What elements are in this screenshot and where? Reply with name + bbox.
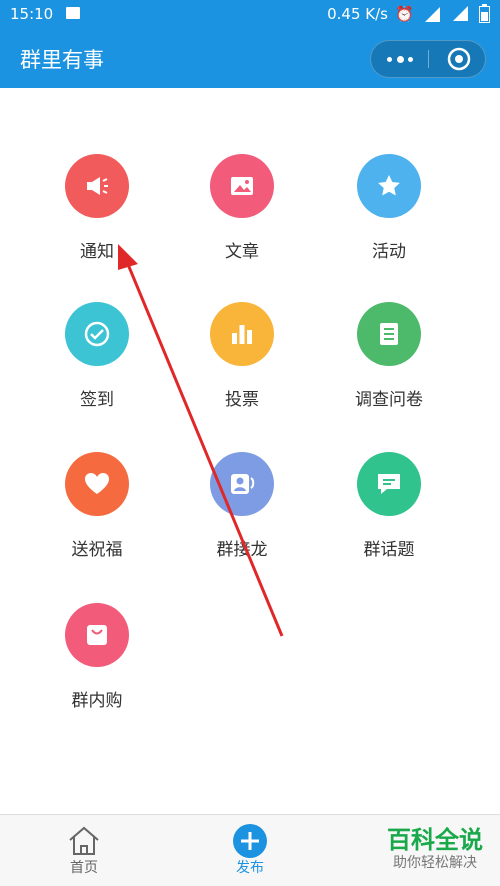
- watermark-sub: 助你轻松解决: [393, 855, 477, 871]
- bag-icon: [65, 603, 129, 667]
- battery-icon: [479, 6, 490, 23]
- bar-chart-icon: [210, 302, 274, 366]
- watermark-main: 百科全说: [387, 826, 483, 854]
- tab-label: 首页: [70, 860, 98, 876]
- grid-item-activity[interactable]: 活动: [309, 154, 469, 304]
- grid-item-vote[interactable]: 投票: [162, 302, 322, 452]
- grid-item-checkin[interactable]: 签到: [17, 302, 177, 452]
- cellular-signal-icon: [453, 6, 468, 21]
- document-icon: [357, 302, 421, 366]
- add-icon: [233, 824, 267, 858]
- grid-item-topic[interactable]: 群话题: [309, 452, 469, 602]
- page-title: 群里有事: [20, 48, 104, 72]
- contacts-icon: [210, 452, 274, 516]
- status-time: 15:10: [10, 5, 54, 23]
- mini-program-capsule: [370, 40, 486, 78]
- grid-item-label: 通知: [80, 242, 114, 262]
- grid-item-label: 文章: [225, 242, 259, 262]
- check-icon: [65, 302, 129, 366]
- watermark: 百科全说 助你轻松解决: [376, 826, 494, 878]
- alarm-icon: ⏰: [395, 5, 414, 23]
- megaphone-icon: [65, 154, 129, 218]
- dot-icon: [397, 56, 404, 63]
- home-icon: [69, 826, 99, 855]
- app-bar: 群里有事: [0, 30, 500, 88]
- grid-item-label: 活动: [372, 242, 406, 262]
- grid-item-label: 群话题: [363, 540, 415, 560]
- grid-item-label: 群内购: [71, 691, 123, 711]
- grid-item-blessing[interactable]: 送祝福: [17, 452, 177, 602]
- grid-item-label: 调查问卷: [355, 390, 423, 410]
- dot-icon: [387, 57, 392, 62]
- grid-item-article[interactable]: 文章: [162, 154, 322, 304]
- tab-home[interactable]: 首页: [24, 815, 144, 886]
- dot-icon: [408, 57, 413, 62]
- close-mini-program-icon[interactable]: [447, 47, 471, 71]
- grid-item-label: 群接龙: [216, 540, 268, 560]
- star-icon: [357, 154, 421, 218]
- grid-item-relay[interactable]: 群接龙: [162, 452, 322, 602]
- grid-item-notice[interactable]: 通知: [17, 154, 177, 304]
- status-bar: 15:10 0.45 K/s ⏰: [0, 0, 500, 30]
- image-icon: [210, 154, 274, 218]
- tab-label: 发布: [236, 860, 264, 876]
- grid-item-survey[interactable]: 调查问卷: [309, 302, 469, 452]
- network-speed: 0.45 K/s: [327, 5, 388, 23]
- grid-item-label: 签到: [80, 390, 114, 410]
- grid-item-label: 送祝福: [71, 540, 123, 560]
- heart-icon: [65, 452, 129, 516]
- wifi-signal-icon: [425, 7, 440, 22]
- grid-item-group-buy[interactable]: 群内购: [17, 603, 177, 753]
- image-notification-icon: [66, 7, 80, 19]
- chat-icon: [357, 452, 421, 516]
- tab-publish[interactable]: 发布: [190, 815, 310, 886]
- grid-item-label: 投票: [225, 390, 259, 410]
- more-button[interactable]: [385, 48, 415, 70]
